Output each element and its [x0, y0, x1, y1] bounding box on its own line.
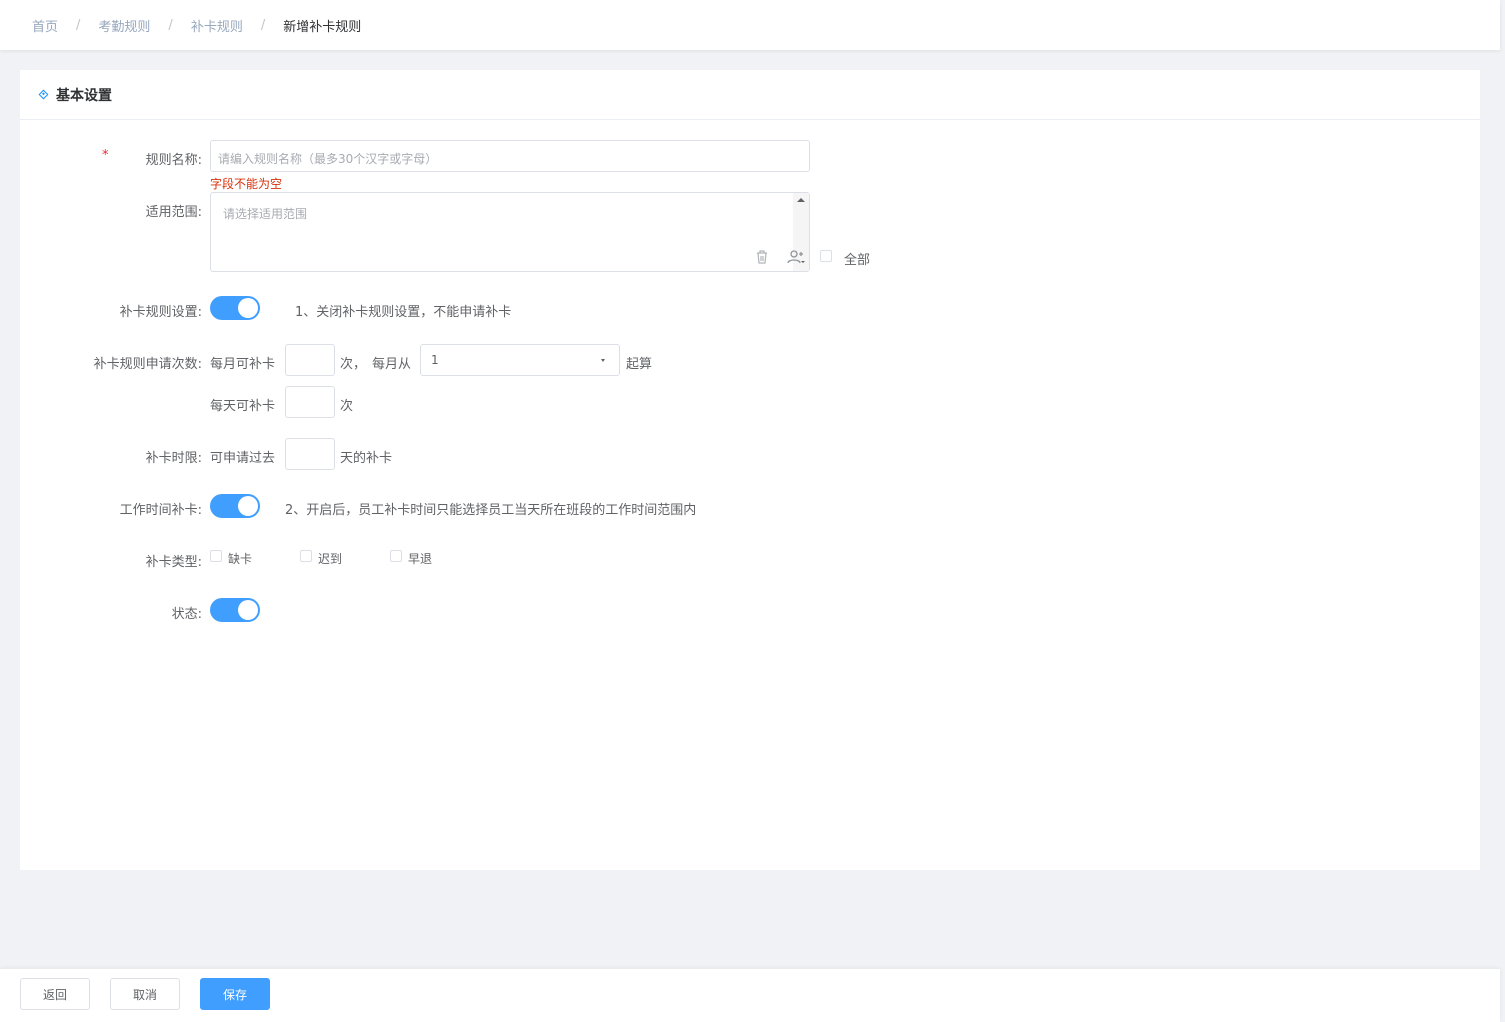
work-time-label: 工作时间补卡:	[119, 503, 202, 518]
work-time-switch[interactable]	[210, 494, 260, 518]
type-late-checkbox[interactable]	[300, 550, 312, 562]
diamond-icon	[38, 89, 49, 100]
monthly-unit: 次，	[340, 357, 367, 372]
apply-count-label: 补卡规则申请次数:	[93, 357, 202, 372]
month-start-value: 1	[431, 353, 439, 367]
rule-name-input[interactable]: 请编入规则名称（最多30个汉字或字母）	[210, 140, 810, 172]
type-early-checkbox[interactable]	[390, 550, 402, 562]
month-start-select[interactable]: 1	[420, 344, 620, 376]
back-button[interactable]: 返回	[20, 978, 90, 1010]
time-limit-suffix: 天的补卡	[340, 451, 393, 466]
daily-count-input[interactable]	[285, 386, 335, 418]
breadcrumb-home[interactable]: 首页	[32, 16, 58, 35]
breadcrumb: 首页 / 考勤规则 / 补卡规则 / 新增补卡规则	[0, 0, 1500, 50]
scope-all-checkbox[interactable]	[820, 250, 832, 262]
card-header: 基本设置	[20, 70, 1480, 120]
from-label: 每月从	[372, 357, 412, 372]
type-missing-checkbox[interactable]	[210, 550, 222, 562]
section-title: 基本设置	[56, 87, 112, 104]
type-early-label: 早退	[408, 552, 433, 566]
footer-bar: 返回 取消 保存	[0, 969, 1500, 1022]
rule-name-error: 字段不能为空	[210, 177, 283, 191]
type-late-label: 迟到	[318, 552, 343, 566]
breadcrumb-current: 新增补卡规则	[283, 19, 362, 35]
status-switch[interactable]	[210, 598, 260, 622]
rule-name-placeholder: 请编入规则名称（最多30个汉字或字母）	[218, 152, 438, 166]
switch-knob	[238, 600, 258, 620]
daily-prefix: 每天可补卡	[210, 399, 276, 414]
scope-placeholder: 请选择适用范围	[223, 207, 308, 221]
switch-knob	[238, 496, 258, 516]
breadcrumb-card-rules[interactable]: 补卡规则	[191, 16, 243, 35]
from-suffix: 起算	[626, 357, 653, 372]
save-button[interactable]: 保存	[200, 978, 270, 1010]
breadcrumb-separator: /	[76, 17, 81, 33]
scope-label: 适用范围:	[145, 205, 202, 220]
rule-name-label: 规则名称:	[145, 153, 202, 168]
type-missing-label: 缺卡	[228, 552, 253, 566]
daily-unit: 次	[340, 399, 354, 414]
rule-setting-hint: 1、关闭补卡规则设置，不能申请补卡	[295, 305, 512, 320]
switch-knob	[238, 298, 258, 318]
breadcrumb-separator: /	[260, 17, 266, 33]
breadcrumb-attendance-rules[interactable]: 考勤规则	[98, 16, 150, 35]
time-limit-label: 补卡时限:	[145, 451, 202, 466]
scope-all-label: 全部	[844, 253, 871, 268]
scope-textarea[interactable]: 请选择适用范围	[210, 192, 810, 272]
time-limit-prefix: 可申请过去	[210, 451, 276, 466]
trash-icon[interactable]	[755, 249, 769, 265]
rule-setting-label: 补卡规则设置:	[119, 305, 202, 320]
types-label: 补卡类型:	[145, 555, 202, 570]
basic-settings-card: 基本设置 * 规则名称: 请编入规则名称（最多30个汉字或字母） 字段不能为空 …	[20, 70, 1480, 870]
monthly-prefix: 每月可补卡	[210, 357, 276, 372]
scroll-up-icon[interactable]	[793, 193, 809, 207]
caret-down-icon	[601, 359, 605, 362]
work-time-hint: 2、开启后，员工补卡时间只能选择员工当天所在班段的工作时间范围内	[285, 503, 697, 518]
monthly-count-input[interactable]	[285, 344, 335, 376]
cancel-button[interactable]: 取消	[110, 978, 180, 1010]
status-label: 状态:	[171, 607, 202, 622]
add-user-icon[interactable]	[787, 249, 807, 265]
time-limit-input[interactable]	[285, 438, 335, 470]
rule-setting-switch[interactable]	[210, 296, 260, 320]
breadcrumb-separator: /	[168, 17, 173, 33]
required-mark: *	[102, 148, 109, 163]
